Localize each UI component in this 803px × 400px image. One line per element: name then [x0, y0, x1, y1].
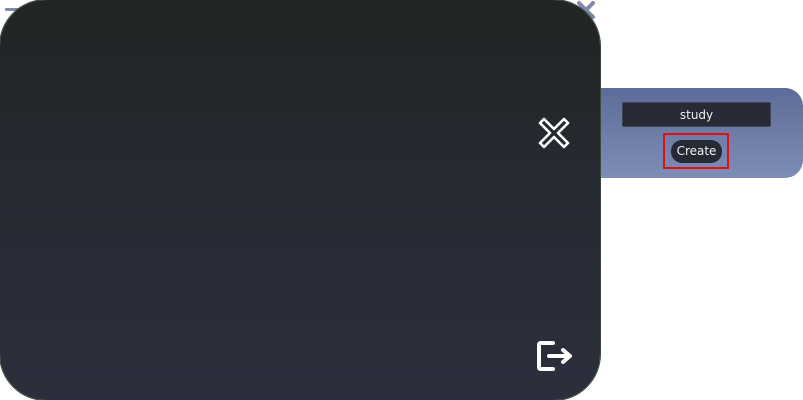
close-x-icon[interactable]: [537, 116, 571, 150]
main-panel: [0, 0, 600, 400]
create-button[interactable]: Create: [671, 140, 722, 163]
name-input[interactable]: [622, 102, 771, 127]
sign-out-icon[interactable]: [535, 337, 575, 375]
app-stage: Create: [0, 0, 803, 400]
